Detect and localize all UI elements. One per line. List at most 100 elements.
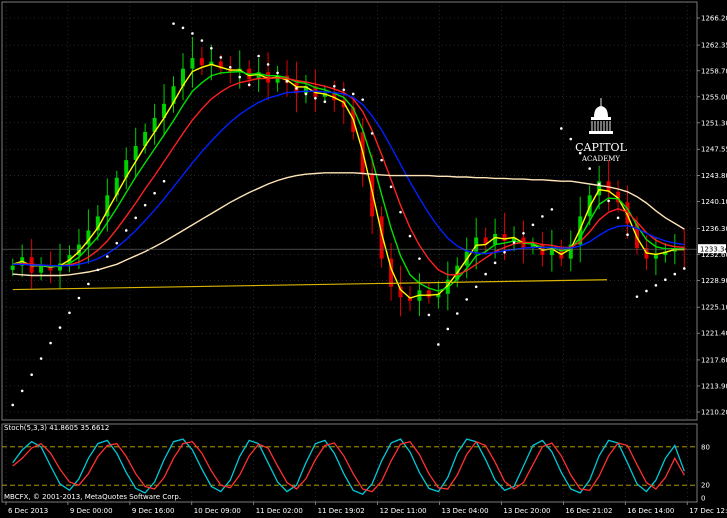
psar-dot <box>266 63 270 66</box>
psar-dot <box>588 167 591 170</box>
psar-dot <box>682 267 686 270</box>
time-tick-label: 13 Dec 04:00 <box>441 507 488 515</box>
psar-dot <box>77 296 81 300</box>
psar-dot <box>474 285 478 289</box>
psar-dot <box>635 295 639 298</box>
price-tick-label: 1228.90 <box>701 277 727 285</box>
price-tick-label: 1240.10 <box>701 198 727 206</box>
stochastic-tick-label: 20 <box>701 482 710 490</box>
psar-dot <box>238 75 242 79</box>
time-tick-label: 10 Dec 09:00 <box>194 507 241 515</box>
psar-dot <box>295 87 298 90</box>
chart-background <box>0 0 727 518</box>
time-tick-label: 16 Dec 14:00 <box>627 507 674 515</box>
psar-dot <box>323 100 327 104</box>
psar-dot <box>380 158 383 162</box>
psar-dot <box>276 71 279 75</box>
psar-dot <box>210 46 213 50</box>
psar-dot <box>58 326 62 329</box>
price-tick-label: 1255.00 <box>701 93 727 101</box>
psar-dot <box>143 203 147 207</box>
psar-dot <box>418 257 421 260</box>
psar-dot <box>597 182 601 186</box>
psar-dot <box>304 92 308 96</box>
psar-dot <box>437 343 440 346</box>
time-tick-label: 16 Dec 21:02 <box>565 507 612 515</box>
logo-line2: ACADEMY <box>581 155 620 163</box>
price-tick-label: 1258.70 <box>701 67 727 75</box>
psar-dot <box>446 327 450 331</box>
price-tick-label: 1236.30 <box>701 225 727 233</box>
psar-dot <box>465 298 469 301</box>
time-tick-label: 9 Dec 00:00 <box>70 507 113 515</box>
psar-dot <box>569 137 573 141</box>
psar-dot <box>673 272 677 276</box>
psar-dot <box>607 199 610 203</box>
psar-dot <box>87 282 90 286</box>
psar-dot <box>626 233 629 236</box>
psar-dot <box>172 22 175 25</box>
psar-dot <box>20 389 24 393</box>
psar-dot <box>124 229 128 232</box>
psar-dot <box>616 216 620 220</box>
psar-dot <box>512 241 516 244</box>
psar-dot <box>39 357 43 360</box>
psar-dot <box>162 179 166 183</box>
stochastic-tick-label: 80 <box>701 443 710 451</box>
copyright-text: MBCFX, © 2001-2013, MetaQuotes Software … <box>4 493 181 501</box>
psar-dot <box>408 234 412 238</box>
price-tick-label: 1247.55 <box>701 146 727 154</box>
psar-dot <box>503 250 506 254</box>
stochastic-tick-label: 0 <box>701 495 705 503</box>
time-tick-label: 12 Dec 11:00 <box>380 507 427 515</box>
candle-body <box>10 265 15 270</box>
psar-dot <box>219 56 223 59</box>
stochastic-label: Stoch(5,3,3) 41.8605 35.6612 <box>4 424 109 432</box>
psar-dot <box>654 284 658 287</box>
psar-dot <box>191 32 194 35</box>
time-tick-label: 9 Dec 16:00 <box>132 507 175 515</box>
psar-dot <box>493 261 497 265</box>
candle-body <box>653 255 658 259</box>
price-tick-label: 1210.20 <box>701 409 727 417</box>
candle-body <box>502 233 507 242</box>
psar-dot <box>427 313 431 317</box>
psar-dot <box>455 312 459 315</box>
price-tick-label: 1225.10 <box>701 304 727 312</box>
psar-dot <box>153 191 156 195</box>
candle-body <box>426 290 431 298</box>
psar-dot <box>134 216 137 220</box>
psar-dot <box>541 215 544 218</box>
price-tick-label: 1213.90 <box>701 382 727 390</box>
psar-dot <box>370 132 374 135</box>
psar-dot <box>247 83 251 87</box>
psar-dot <box>181 26 185 30</box>
psar-dot <box>314 96 317 100</box>
psar-dot <box>30 373 33 377</box>
candle-body <box>39 265 44 273</box>
psar-dot <box>351 92 355 96</box>
psar-dot <box>96 268 100 272</box>
candle-body <box>190 58 195 69</box>
psar-dot <box>200 39 204 42</box>
time-tick-label: 11 Dec 19:02 <box>318 507 365 515</box>
psar-dot <box>522 231 525 235</box>
price-tick-label: 1243.80 <box>701 172 727 180</box>
psar-dot <box>285 80 289 83</box>
psar-dot <box>399 210 402 214</box>
price-tick-label: 1217.60 <box>701 356 727 364</box>
psar-dot <box>550 208 554 211</box>
psar-dot <box>68 311 71 315</box>
trading-chart: 1266.20 1262.35 1258.70 1255.00 1251.30 1247.… <box>0 0 727 518</box>
logo-line1: CAPITOL <box>575 141 627 154</box>
price-tick-label: 1266.20 <box>701 15 727 23</box>
psar-dot <box>11 403 15 407</box>
time-tick-label: 6 Dec 2013 <box>8 507 48 515</box>
psar-dot <box>560 127 563 130</box>
psar-dot <box>49 341 52 345</box>
psar-dot <box>664 278 667 282</box>
candle-body <box>199 58 204 66</box>
psar-dot <box>115 241 119 245</box>
time-tick-label: 13 Dec 20:00 <box>503 507 550 515</box>
price-tick-label: 1251.30 <box>701 119 727 127</box>
